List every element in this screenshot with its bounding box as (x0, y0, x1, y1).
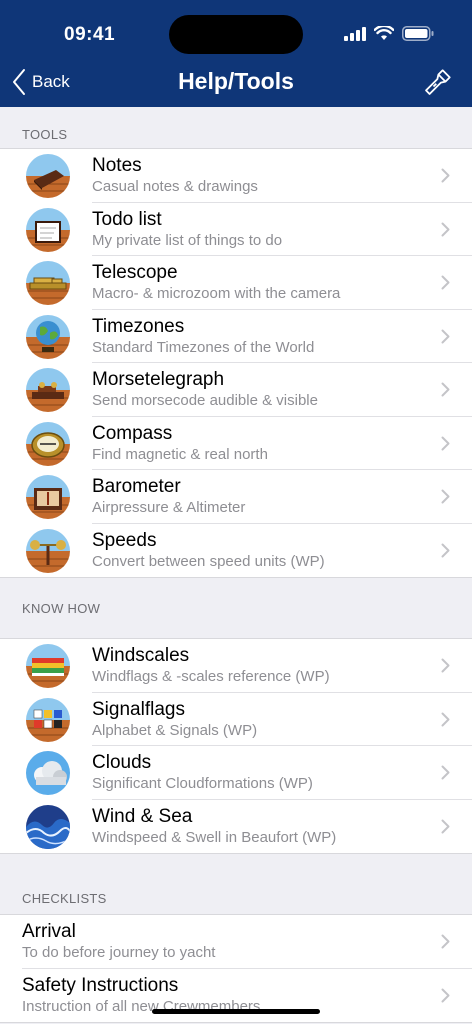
item-subtitle: Standard Timezones of the World (92, 338, 315, 356)
item-title: Barometer (92, 476, 181, 497)
list-item-speeds[interactable]: Speeds Convert between speed units (WP) (0, 524, 472, 578)
chevron-right-icon (441, 658, 450, 673)
settings-list: TOOLS Notes Casual notes & drawings Todo… (0, 107, 472, 1023)
item-subtitle: To do before journey to yacht (22, 944, 216, 961)
chevron-right-icon (441, 712, 450, 726)
item-subtitle: Casual notes & drawings (92, 178, 258, 195)
item-title: Notes (92, 155, 142, 176)
list-item-clouds[interactable]: Clouds Significant Cloudformations (WP) (0, 746, 472, 800)
chevron-right-icon (441, 168, 450, 183)
chevron-right-icon (441, 543, 450, 557)
item-title: Timezones (92, 315, 185, 337)
item-subtitle: Windspeed & Swell in Beaufort (WP) (92, 828, 337, 846)
list-item-todo[interactable]: Todo list My private list of things to d… (0, 203, 472, 256)
item-title: Wind & Sea (92, 805, 193, 827)
telegraph-icon (26, 368, 70, 412)
list-item-telescope[interactable]: Telescope Macro- & microzoom with the ca… (0, 256, 472, 310)
section-header-checklists: CHECKLISTS (22, 891, 107, 906)
wifi-icon (374, 26, 394, 40)
item-subtitle: Find magnetic & real north (92, 445, 268, 463)
battery-icon (402, 26, 434, 41)
back-label: Back (32, 72, 70, 91)
chevron-right-icon (441, 819, 450, 833)
chevron-right-icon (441, 382, 450, 397)
signal-icon (344, 26, 366, 41)
barometer-icon (26, 475, 70, 519)
list-item-arrival[interactable]: Arrival To do before journey to yacht (0, 915, 472, 969)
item-title: Telescope (92, 262, 178, 283)
list-item-barometer[interactable]: Barometer Airpressure & Altimeter (0, 470, 472, 524)
list-item-notes[interactable]: Notes Casual notes & drawings (0, 149, 472, 203)
list-item-signalflags[interactable]: Signalflags Alphabet & Signals (WP) (0, 693, 472, 746)
item-subtitle: Alphabet & Signals (WP) (92, 721, 258, 739)
signalflags-icon (26, 697, 70, 742)
item-title: Morsetelegraph (92, 369, 225, 390)
status-time: 09:41 (64, 24, 116, 45)
todo-icon (26, 207, 70, 252)
item-subtitle: Airpressure & Altimeter (92, 499, 246, 516)
chevron-right-icon (441, 765, 450, 780)
item-subtitle: Significant Cloudformations (WP) (92, 775, 313, 792)
cloud-icon (26, 751, 70, 795)
item-subtitle: Convert between speed units (WP) (92, 552, 325, 570)
list-item-compass[interactable]: Compass Find magnetic & real north (0, 417, 472, 470)
chevron-right-icon (441, 988, 450, 1002)
home-indicator[interactable] (152, 1009, 320, 1014)
item-subtitle: Macro- & microzoom with the camera (92, 285, 341, 302)
telescope-icon (26, 261, 70, 305)
chevron-right-icon (441, 489, 450, 504)
item-title: Todo list (92, 208, 162, 230)
item-subtitle: Send morsecode audible & visible (92, 392, 318, 409)
item-title: Safety Instructions (22, 974, 179, 996)
item-subtitle: Windflags & -scales reference (WP) (92, 668, 330, 685)
section-header-knowhow: KNOW HOW (22, 601, 101, 616)
page-title: Help/Tools (178, 68, 294, 94)
item-title: Speeds (92, 529, 157, 551)
knowhow-group: Windscales Windflags & -scales reference… (0, 638, 472, 854)
item-subtitle: My private list of things to do (92, 231, 283, 249)
navigation-header: 09:41 Help/Tools Back (0, 0, 472, 107)
item-title: Clouds (92, 752, 152, 773)
item-title: Compass (92, 422, 173, 444)
checklists-group: Arrival To do before journey to yacht Sa… (0, 914, 472, 1023)
chevron-right-icon (441, 329, 450, 343)
chevron-right-icon (441, 934, 450, 949)
item-title: Arrival (22, 921, 76, 942)
flashlight-icon (425, 69, 451, 95)
list-item-morsetelegraph[interactable]: Morsetelegraph Send morsecode audible & … (0, 363, 472, 417)
dynamic-island (169, 15, 303, 54)
compass-icon (26, 421, 70, 466)
globe-icon (26, 314, 70, 359)
notes-icon (26, 154, 70, 198)
chevron-right-icon (441, 436, 450, 450)
status-icons (344, 26, 434, 41)
chevron-right-icon (441, 275, 450, 290)
list-item-timezones[interactable]: Timezones Standard Timezones of the Worl… (0, 310, 472, 363)
item-title: Signalflags (92, 698, 185, 720)
list-item-wind-and-sea[interactable]: Wind & Sea Windspeed & Swell in Beaufort… (0, 800, 472, 854)
list-item-windscales[interactable]: Windscales Windflags & -scales reference… (0, 639, 472, 693)
tools-group: Notes Casual notes & drawings Todo list … (0, 148, 472, 578)
item-title: Windscales (92, 645, 190, 666)
section-header-tools: TOOLS (22, 127, 68, 142)
chevron-left-icon (13, 69, 25, 95)
flashlight-button[interactable] (422, 68, 452, 103)
waves-icon (26, 804, 70, 849)
anemometer-icon (26, 528, 70, 573)
chevron-right-icon (441, 222, 450, 236)
back-button[interactable]: Back (12, 68, 70, 96)
windscale-icon (26, 644, 70, 688)
